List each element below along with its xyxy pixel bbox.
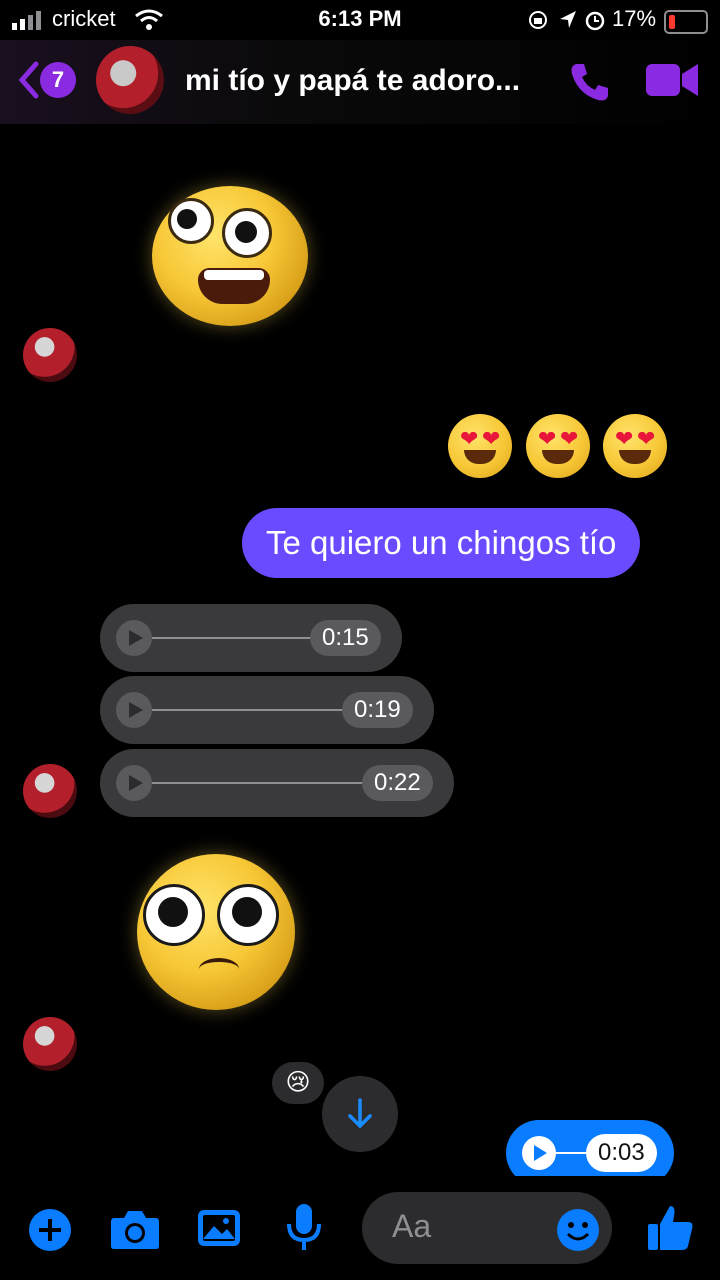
status-bar: cricket 6:13 PM 17%: [0, 0, 720, 40]
voice-track[interactable]: [152, 782, 364, 784]
arrow-down-icon: [348, 1098, 372, 1129]
voice-duration: 0:03: [586, 1134, 657, 1172]
heart-eyes-emoji: ❤ ❤: [448, 414, 512, 478]
voice-duration: 0:15: [310, 620, 381, 656]
gallery-icon[interactable]: [196, 1206, 242, 1250]
battery-percent: 17%: [612, 6, 657, 31]
battery-icon: [664, 10, 708, 34]
sender-avatar[interactable]: [23, 764, 77, 818]
play-icon[interactable]: [522, 1136, 556, 1170]
nervous-emoji-sticker: [152, 186, 308, 326]
microphone-icon[interactable]: [286, 1202, 322, 1254]
back-chevron-icon[interactable]: [16, 60, 40, 100]
pleading-emoji-sticker: [137, 854, 295, 1010]
composer-bar: [0, 1176, 720, 1280]
voice-track[interactable]: [152, 637, 312, 639]
play-icon[interactable]: [116, 765, 152, 801]
voice-track[interactable]: [152, 709, 344, 711]
orientation-lock-icon: [529, 11, 547, 29]
contact-avatar[interactable]: [96, 46, 164, 114]
heart-eyes-emoji: ❤ ❤: [603, 414, 667, 478]
scroll-to-bottom-button[interactable]: [322, 1076, 398, 1152]
voice-message[interactable]: 0:22: [100, 749, 454, 817]
contact-name[interactable]: mi tío y papá te adoro...: [185, 64, 520, 98]
message-input-placeholder: Aa: [392, 1208, 432, 1244]
video-call-icon[interactable]: [646, 62, 698, 98]
heart-eyes-emojis: ❤ ❤ ❤ ❤ ❤ ❤: [448, 414, 668, 478]
plus-icon[interactable]: [28, 1208, 72, 1252]
sender-avatar[interactable]: [23, 1017, 77, 1071]
location-icon: [560, 11, 576, 28]
thumbs-up-icon[interactable]: [644, 1202, 696, 1252]
play-icon[interactable]: [116, 692, 152, 728]
heart-eyes-emoji: ❤ ❤: [526, 414, 590, 478]
voice-duration: 0:22: [362, 765, 433, 801]
alarm-icon: [585, 11, 605, 31]
sender-avatar[interactable]: [23, 328, 77, 382]
voice-message[interactable]: 0:15: [100, 604, 402, 672]
camera-icon[interactable]: [110, 1208, 160, 1250]
voice-message[interactable]: 0:19: [100, 676, 434, 744]
phone-call-icon[interactable]: [568, 60, 612, 104]
emoji-icon[interactable]: [556, 1208, 600, 1252]
cry-reaction[interactable]: 😢: [272, 1062, 324, 1104]
voice-duration: 0:19: [342, 692, 413, 728]
voice-track[interactable]: [556, 1152, 586, 1154]
play-icon[interactable]: [116, 620, 152, 656]
sent-message-bubble[interactable]: Te quiero un chingos tío: [242, 508, 641, 578]
unread-count-badge[interactable]: 7: [40, 62, 76, 98]
